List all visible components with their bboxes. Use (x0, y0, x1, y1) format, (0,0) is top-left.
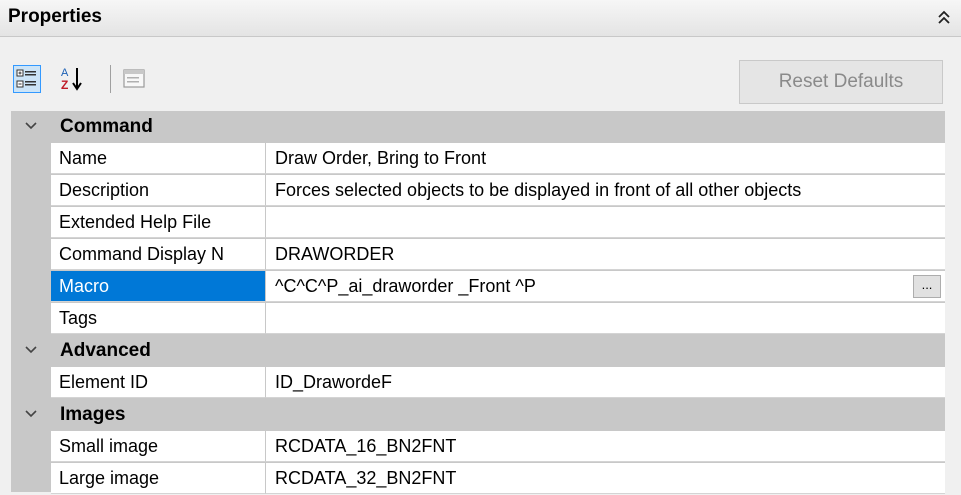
property-row-tags[interactable]: Tags (11, 303, 945, 335)
property-name: Element ID (51, 367, 266, 398)
property-value[interactable] (266, 303, 945, 334)
reset-defaults-button[interactable]: Reset Defaults (739, 60, 943, 104)
category-images[interactable]: Images (11, 399, 945, 431)
toolbar-separator (110, 65, 111, 93)
properties-toolbar: A Z Reset Defaults (0, 37, 961, 109)
property-name: Command Display N (51, 239, 266, 270)
chevron-down-icon[interactable] (21, 115, 41, 139)
property-row-extended-help-file[interactable]: Extended Help File (11, 207, 945, 239)
property-value[interactable]: RCDATA_32_BN2FNT (266, 463, 945, 494)
property-name: Tags (51, 303, 266, 334)
properties-title-bar: Properties (0, 0, 961, 37)
macro-value-text[interactable]: ^C^C^P_ai_draworder _Front ^P (275, 276, 536, 296)
property-grid: Command Name Draw Order, Bring to Front … (11, 111, 945, 495)
property-value[interactable]: ^C^C^P_ai_draworder _Front ^P ... (266, 271, 945, 302)
property-value[interactable]: Draw Order, Bring to Front (266, 143, 945, 174)
property-name: Description (51, 175, 266, 206)
property-value[interactable]: ID_DrawordeF (266, 367, 945, 398)
chevron-down-icon[interactable] (21, 339, 41, 363)
property-name: Extended Help File (51, 207, 266, 238)
property-value[interactable]: Forces selected objects to be displayed … (266, 175, 945, 206)
property-value[interactable] (266, 207, 945, 238)
property-pages-icon[interactable] (120, 65, 148, 93)
double-chevron-up-icon[interactable] (933, 6, 955, 28)
property-row-macro[interactable]: Macro ^C^C^P_ai_draworder _Front ^P ... (11, 271, 945, 303)
property-row-command-display-name[interactable]: Command Display N DRAWORDER (11, 239, 945, 271)
property-name: Macro (51, 271, 266, 302)
panel-title: Properties (8, 6, 102, 27)
alphabetical-sort-icon[interactable]: A Z (58, 65, 86, 93)
categorized-view-icon[interactable] (13, 65, 41, 93)
category-command[interactable]: Command (11, 111, 945, 143)
property-row-large-image[interactable]: Large image RCDATA_32_BN2FNT (11, 463, 945, 495)
property-row-name[interactable]: Name Draw Order, Bring to Front (11, 143, 945, 175)
property-value[interactable]: RCDATA_16_BN2FNT (266, 431, 945, 462)
svg-text:Z: Z (61, 78, 68, 92)
property-row-small-image[interactable]: Small image RCDATA_16_BN2FNT (11, 431, 945, 463)
category-label: Advanced (60, 340, 151, 361)
chevron-down-icon[interactable] (21, 403, 41, 427)
category-label: Command (60, 116, 153, 137)
property-name: Large image (51, 463, 266, 494)
category-label: Images (60, 404, 126, 425)
property-row-description[interactable]: Description Forces selected objects to b… (11, 175, 945, 207)
ellipsis-button[interactable]: ... (913, 275, 941, 298)
category-advanced[interactable]: Advanced (11, 335, 945, 367)
property-value[interactable]: DRAWORDER (266, 239, 945, 270)
property-name: Small image (51, 431, 266, 462)
property-row-element-id[interactable]: Element ID ID_DrawordeF (11, 367, 945, 399)
property-name: Name (51, 143, 266, 174)
